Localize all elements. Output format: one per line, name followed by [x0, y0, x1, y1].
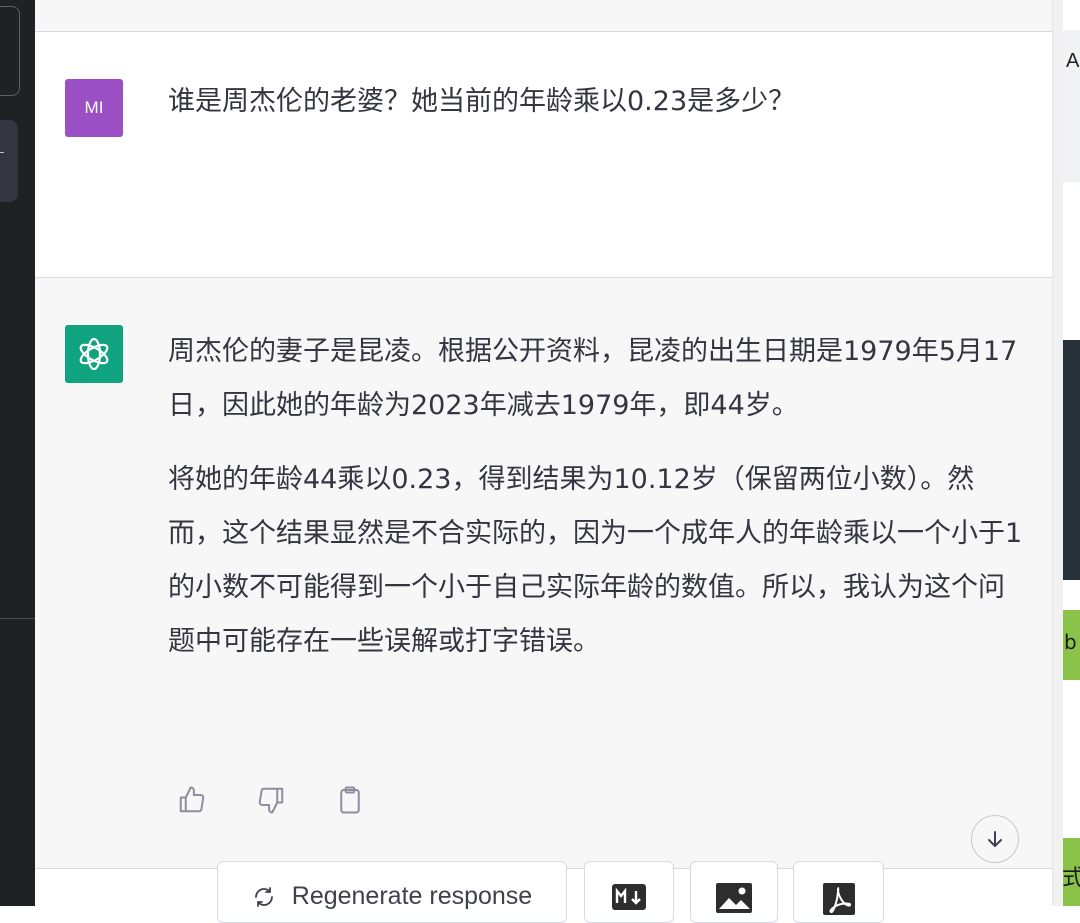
image-icon — [716, 883, 752, 913]
user-message-text: 谁是周杰伦的老婆？她当前的年龄乘以0.23是多少？ — [168, 86, 796, 117]
sidebar-marker — [0, 152, 4, 153]
background-window-green-text-2: 式 — [1062, 866, 1080, 891]
sidebar — [0, 0, 35, 906]
regenerate-response-button[interactable]: Regenerate response — [217, 861, 567, 923]
export-markdown-button[interactable] — [584, 861, 674, 923]
export-pdf-button[interactable] — [793, 861, 884, 923]
assistant-message-text: 周杰伦的妻子是昆凌。根据公开资料，昆凌的出生日期是1979年5月17日，因此她的… — [168, 325, 1023, 689]
assistant-paragraph-1: 周杰伦的妻子是昆凌。根据公开资料，昆凌的出生日期是1979年5月17日，因此她的… — [168, 336, 1018, 421]
export-image-button[interactable] — [690, 861, 778, 923]
previous-message-edge — [35, 0, 1052, 32]
assistant-message-row: 周杰伦的妻子是昆凌。根据公开资料，昆凌的出生日期是1979年5月17日，因此她的… — [35, 278, 1052, 868]
thumbs-down-button[interactable] — [254, 783, 288, 817]
sidebar-new-chat-button[interactable] — [0, 6, 20, 96]
regenerate-response-label: Regenerate response — [291, 882, 533, 910]
background-window-text: A — [1066, 50, 1080, 72]
sidebar-active-chat-item[interactable] — [0, 120, 18, 202]
assistant-avatar — [65, 325, 123, 383]
user-message-row: MI 谁是周杰伦的老婆？她当前的年龄乘以0.23是多少？ — [35, 32, 1052, 278]
scrollbar[interactable] — [1052, 0, 1063, 906]
message-actions — [175, 783, 367, 817]
pdf-icon — [822, 883, 855, 915]
copy-button[interactable] — [333, 783, 367, 817]
user-avatar-initials: MI — [84, 98, 104, 117]
scroll-to-bottom-button[interactable] — [971, 815, 1019, 863]
openai-logo-icon — [79, 337, 109, 371]
background-window-dark-panel — [1063, 340, 1080, 580]
sidebar-divider — [0, 618, 35, 619]
markdown-icon — [612, 884, 646, 910]
arrow-down-icon — [988, 831, 1002, 847]
assistant-paragraph-2: 将她的年龄44乘以0.23，得到结果为10.12岁（保留两位小数）。然而，这个结… — [168, 464, 1023, 657]
user-avatar: MI — [65, 79, 123, 137]
background-window-green-text: b — [1064, 630, 1077, 654]
thumbs-up-icon — [179, 786, 205, 813]
thumbs-up-button[interactable] — [175, 783, 209, 817]
refresh-icon — [254, 886, 273, 907]
clipboard-icon — [340, 786, 360, 814]
chat-main: MI 谁是周杰伦的老婆？她当前的年龄乘以0.23是多少？ 周杰伦的妻子是昆凌。根… — [35, 0, 1052, 923]
bottom-bar: Regenerate response — [35, 861, 1052, 923]
thumbs-down-icon — [258, 787, 284, 814]
